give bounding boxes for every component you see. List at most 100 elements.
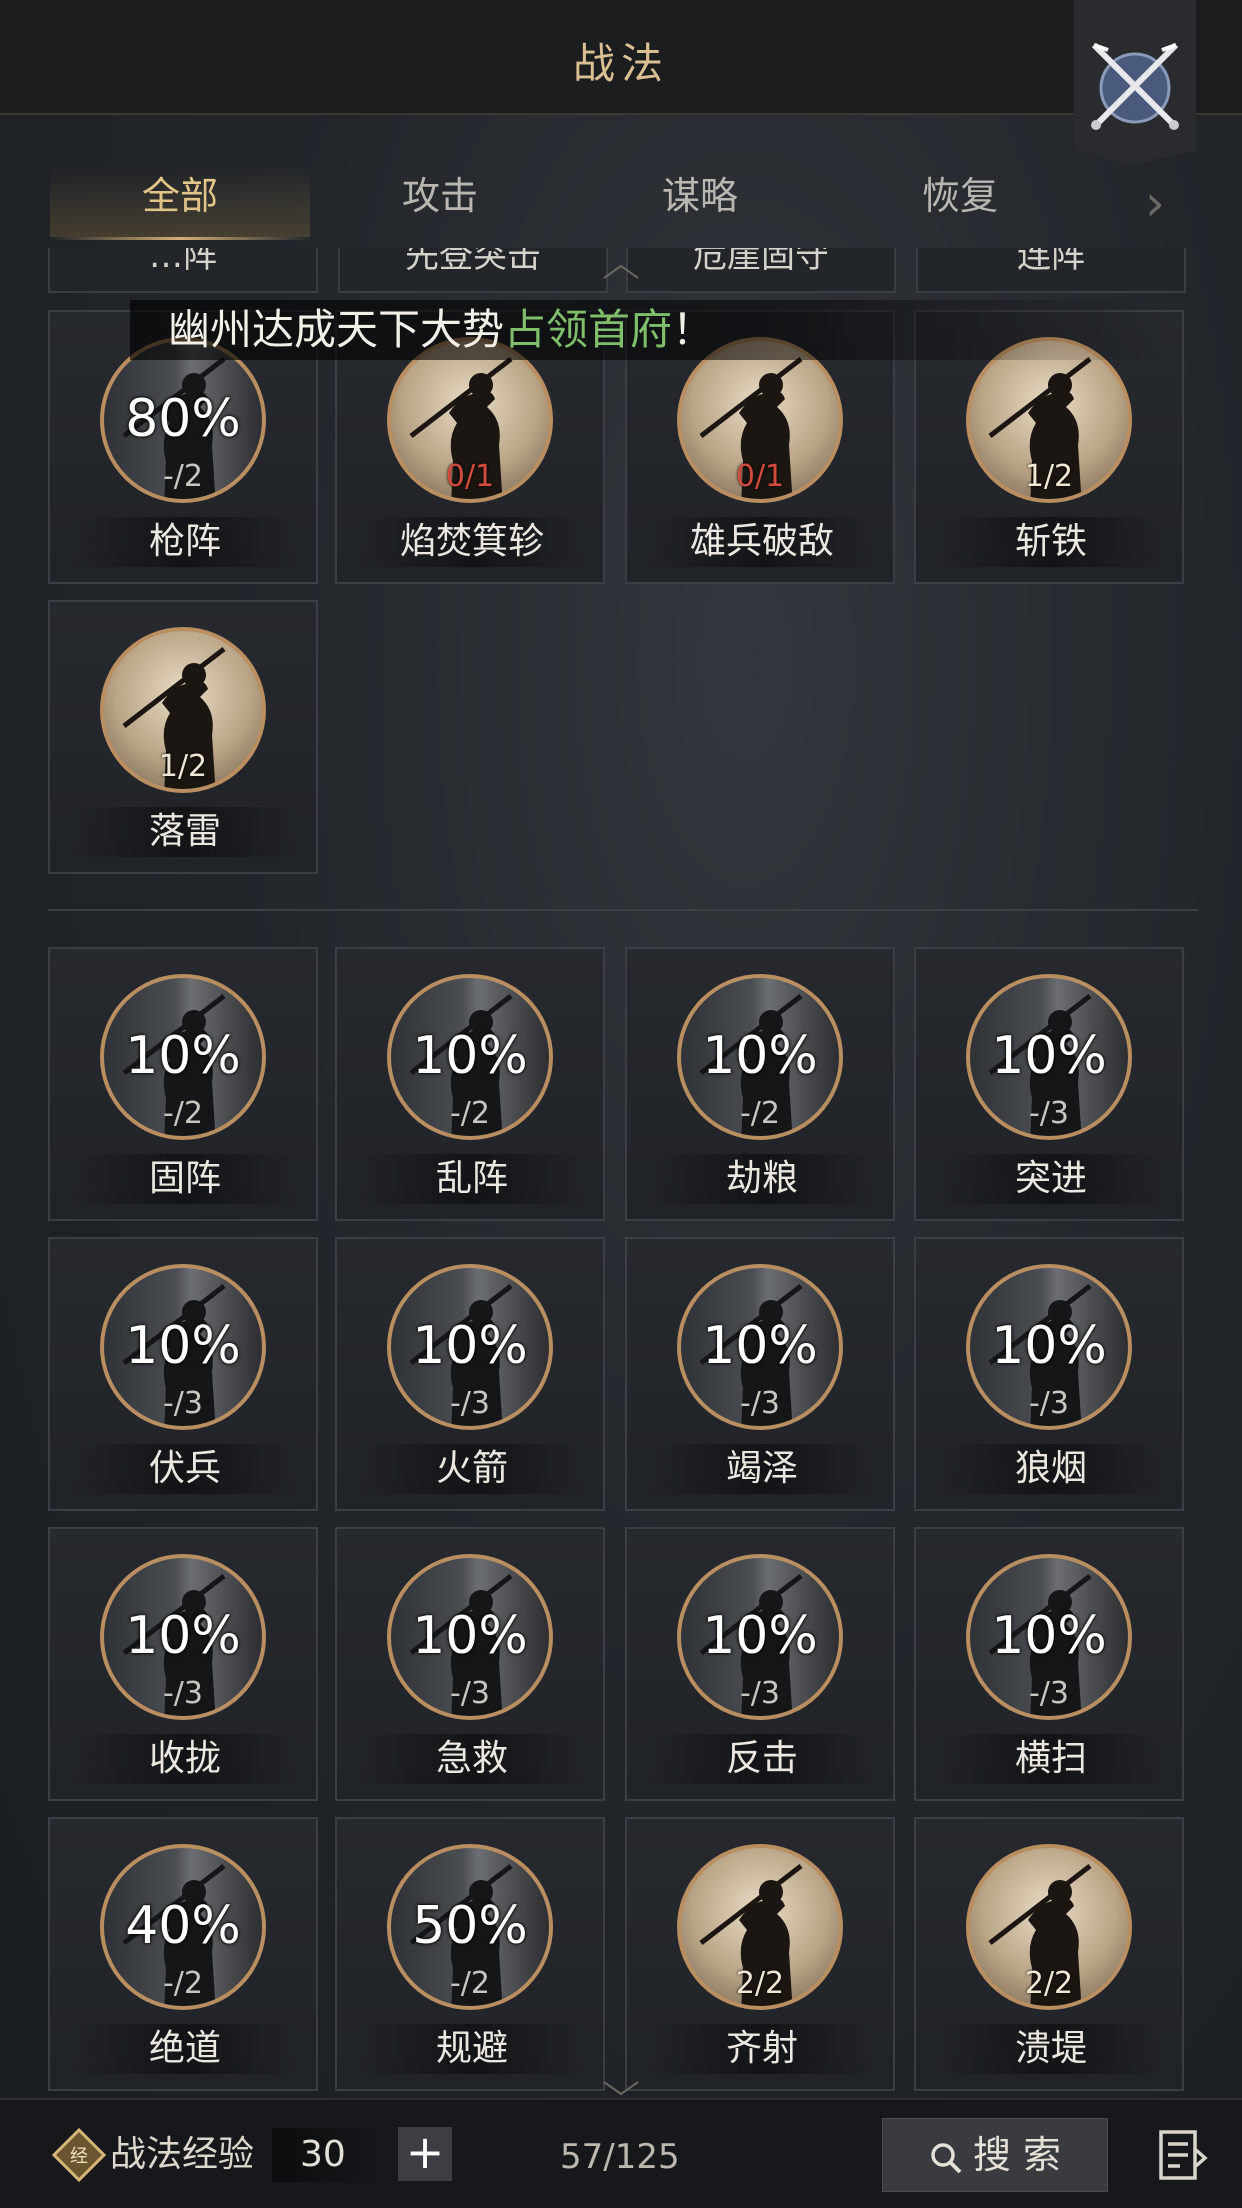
tactic-exp-value: 30 <box>272 2128 382 2182</box>
tactic-name: 横扫 <box>936 1734 1166 1784</box>
tactic-name: 绝道 <box>70 2024 300 2074</box>
tactic-card[interactable]: 10% -/3 急救 <box>335 1527 605 1801</box>
close-button[interactable] <box>1074 0 1196 165</box>
tactic-name: 齐射 <box>647 2024 877 2074</box>
tactic-name: 枪阵 <box>70 517 300 567</box>
tactic-card[interactable]: 10% -/2 固阵 <box>48 947 318 1221</box>
tactic-portrait: 10% -/2 <box>100 974 266 1140</box>
tab-recovery[interactable]: 恢复 <box>830 160 1090 240</box>
tactic-count: -/3 <box>162 1676 204 1711</box>
card-cut[interactable]: 危崖固守 <box>626 248 896 293</box>
tactic-card[interactable]: 2/2 齐射 <box>625 1817 895 2091</box>
tactic-portrait: 10% -/3 <box>966 1554 1132 1720</box>
tactic-portrait: 0/1 <box>387 337 553 503</box>
tab-attack[interactable]: 攻击 <box>310 160 570 240</box>
tactic-card[interactable]: 2/2 溃堤 <box>914 1817 1184 2091</box>
tactic-card[interactable]: 10% -/3 伏兵 <box>48 1237 318 1511</box>
tab-all[interactable]: 全部 <box>50 160 310 240</box>
tactic-name: 突进 <box>936 1154 1166 1204</box>
top-bar: 战法 <box>0 0 1242 115</box>
tactic-count: 0/1 <box>735 459 785 494</box>
tactic-card[interactable]: 10% -/3 横扫 <box>914 1527 1184 1801</box>
tactic-count: 1/2 <box>158 749 208 784</box>
tactic-progress-percent: 10% <box>991 1606 1107 1666</box>
card-cut[interactable]: 先登突击 <box>338 248 608 293</box>
tactic-portrait: 10% -/3 <box>387 1554 553 1720</box>
tactic-card[interactable]: 10% -/3 反击 <box>625 1527 895 1801</box>
tactic-portrait: 1/2 <box>100 627 266 793</box>
tactic-progress-percent: 10% <box>702 1316 818 1376</box>
tactic-portrait: 10% -/3 <box>966 1264 1132 1430</box>
bottom-bar: 经 战法经验 30 + 57/125 搜 索 <box>0 2098 1242 2208</box>
list-menu-icon[interactable] <box>1158 2128 1208 2182</box>
tactic-exp-label: 战法经验 <box>110 2134 255 2175</box>
tactic-card[interactable]: 10% -/2 乱阵 <box>335 947 605 1221</box>
tactic-card[interactable]: 10% -/3 收拢 <box>48 1527 318 1801</box>
tactic-name: 竭泽 <box>647 1444 877 1494</box>
tactic-portrait: 1/2 <box>966 337 1132 503</box>
tactic-count: -/2 <box>739 1096 781 1131</box>
tactic-count: 57/125 <box>560 2137 680 2177</box>
tactic-portrait: 10% -/3 <box>677 1264 843 1430</box>
tactic-card[interactable]: 40% -/2 绝道 <box>48 1817 318 2091</box>
tactic-name: 伏兵 <box>70 1444 300 1494</box>
tactic-count: -/3 <box>449 1676 491 1711</box>
tactic-card[interactable]: 10% -/3 狼烟 <box>914 1237 1184 1511</box>
tactic-name: 规避 <box>357 2024 587 2074</box>
tactic-count: -/2 <box>162 1966 204 2001</box>
tab-scroll-right-icon[interactable]: › <box>1145 175 1175 231</box>
tactic-count: -/3 <box>449 1386 491 1421</box>
tactic-name: 收拢 <box>70 1734 300 1784</box>
tactic-progress-percent: 10% <box>991 1316 1107 1376</box>
card-cut[interactable]: 连阵 <box>916 248 1186 293</box>
tactic-card[interactable]: 10% -/2 劫粮 <box>625 947 895 1221</box>
tactic-progress-percent: 10% <box>412 1606 528 1666</box>
scroll-up-indicator-icon <box>603 264 639 279</box>
card-cut[interactable]: …阵 <box>48 248 318 293</box>
tab-bar: 全部 攻击 谋略 恢复 <box>50 160 1200 240</box>
tactic-name: 乱阵 <box>357 1154 587 1204</box>
tactic-count: -/2 <box>449 1096 491 1131</box>
tactic-portrait: 10% -/2 <box>677 974 843 1140</box>
tactic-name: 雄兵破敌 <box>647 517 877 567</box>
tactic-name: 溃堤 <box>936 2024 1166 2074</box>
tactic-count: -/3 <box>739 1676 781 1711</box>
tactic-progress-percent: 10% <box>412 1316 528 1376</box>
tactic-card[interactable]: 10% -/3 突进 <box>914 947 1184 1221</box>
tactic-count: 1/2 <box>1024 459 1074 494</box>
tactic-count: -/2 <box>162 1096 204 1131</box>
tactic-name: 反击 <box>647 1734 877 1784</box>
tactic-portrait: 2/2 <box>677 1844 843 2010</box>
add-exp-button[interactable]: + <box>398 2127 452 2181</box>
tactic-name: 急救 <box>357 1734 587 1784</box>
tactic-name: 落雷 <box>70 807 300 857</box>
search-label: 搜 索 <box>972 2133 1062 2177</box>
tactic-name: 火箭 <box>357 1444 587 1494</box>
tab-strategy[interactable]: 谋略 <box>570 160 830 240</box>
tactic-portrait: 10% -/3 <box>100 1554 266 1720</box>
tactic-progress-percent: 80% <box>125 389 241 449</box>
tactic-card[interactable]: 10% -/3 火箭 <box>335 1237 605 1511</box>
tactic-progress-percent: 10% <box>702 1606 818 1666</box>
tactic-count: -/3 <box>1028 1676 1070 1711</box>
tactic-card[interactable]: 50% -/2 规避 <box>335 1817 605 2091</box>
tactic-count: 0/1 <box>445 459 495 494</box>
tactic-name: 劫粮 <box>647 1154 877 1204</box>
tactic-portrait: 0/1 <box>677 337 843 503</box>
tactic-card[interactable]: 1/2 落雷 <box>48 600 318 874</box>
tactic-progress-percent: 10% <box>125 1606 241 1666</box>
tactic-card[interactable]: 10% -/3 竭泽 <box>625 1237 895 1511</box>
tactic-exp-icon: 经 <box>52 2128 106 2182</box>
page-title: 战法 <box>572 39 669 88</box>
tactic-count: 2/2 <box>735 1966 785 2001</box>
tactic-name: 斩铁 <box>936 517 1166 567</box>
tactic-progress-percent: 10% <box>991 1026 1107 1086</box>
tactic-portrait: 40% -/2 <box>100 1844 266 2010</box>
tactic-progress-percent: 10% <box>412 1026 528 1086</box>
scroll-down-indicator-icon <box>603 2081 639 2096</box>
tactic-name: 狼烟 <box>936 1444 1166 1494</box>
tactic-progress-percent: 10% <box>125 1026 241 1086</box>
tactic-portrait: 10% -/3 <box>100 1264 266 1430</box>
tactic-count: -/2 <box>162 459 204 494</box>
search-button[interactable]: 搜 索 <box>882 2118 1108 2192</box>
